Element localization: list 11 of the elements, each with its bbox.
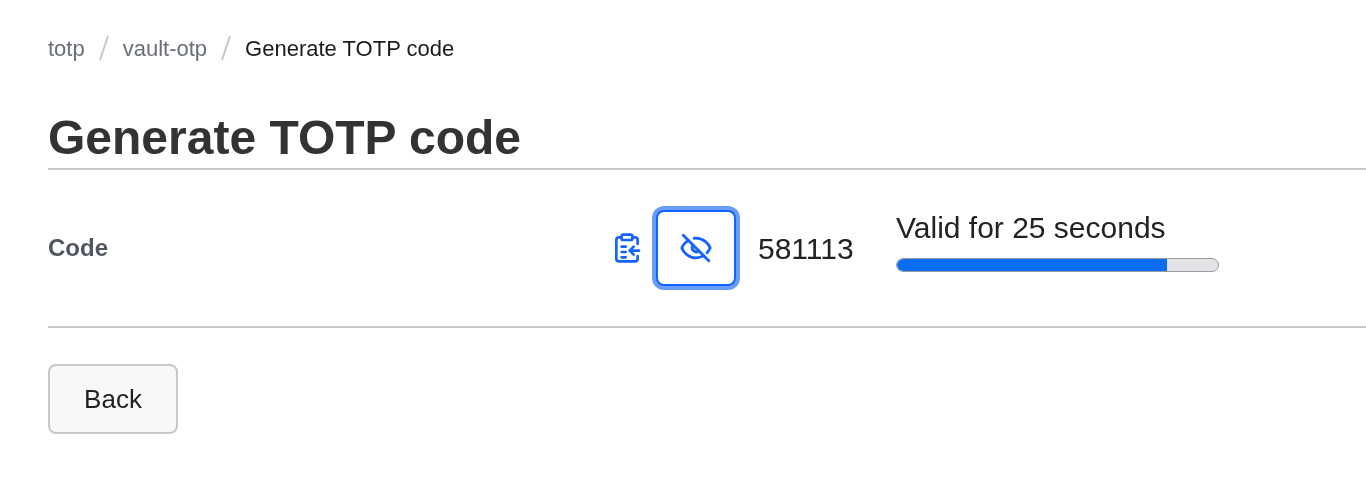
breadcrumb-current: Generate TOTP code (245, 34, 455, 63)
breadcrumb-link[interactable]: vault-otp (122, 31, 208, 65)
slash-icon (98, 35, 109, 61)
field-label: Code (48, 233, 109, 263)
back-button[interactable]: Back (48, 364, 178, 434)
page-title: Generate TOTP code (48, 110, 523, 166)
totp-code: 581113 (758, 230, 855, 267)
validity-text: Valid for 25 seconds (896, 210, 1167, 246)
slash-icon (221, 35, 232, 61)
breadcrumb-link[interactable]: totp (48, 31, 85, 65)
eye-off-icon (679, 231, 713, 265)
